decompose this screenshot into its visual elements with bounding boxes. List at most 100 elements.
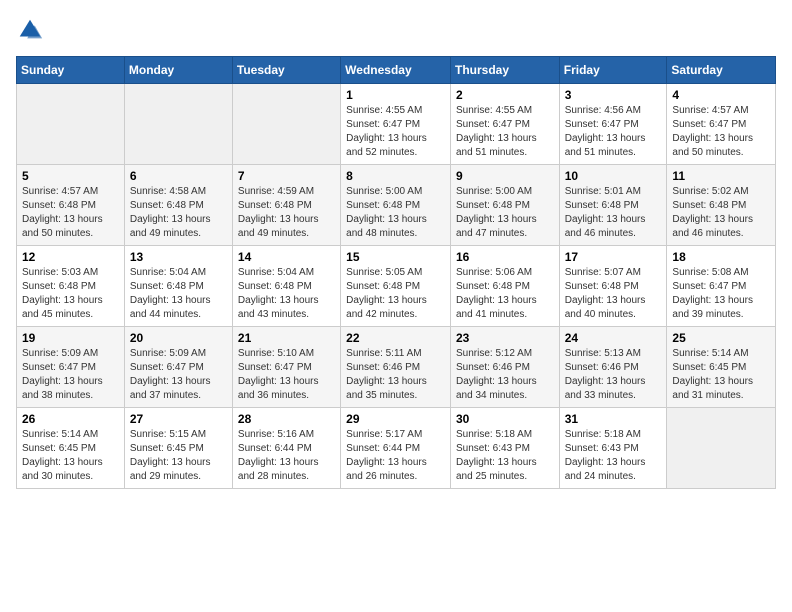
logo-icon: [16, 16, 44, 44]
calendar-cell: 7Sunrise: 4:59 AM Sunset: 6:48 PM Daylig…: [232, 165, 340, 246]
calendar-cell: 30 Sunrise: 5:18 AM Sunset: 6:43 PM Dayli…: [450, 408, 559, 489]
day-info: Sunrise: 5:18 AM Sunset: 6:43 PM Dayligh…: [456, 428, 554, 484]
calendar-cell: 6 Sunrise: 4:58 AM Sunset: 6:48 PM Daylig…: [124, 165, 232, 246]
day-number: 6: [130, 169, 227, 183]
day-number: 15: [346, 250, 445, 264]
day-number: 5: [22, 169, 119, 183]
day-info: Sunrise: 5:02 AM Sunset: 6:48 PM Dayligh…: [672, 185, 770, 241]
calendar-cell: 22 Sunrise: 5:11 AM Sunset: 6:46 PM Dayli…: [341, 327, 451, 408]
calendar-cell: 15 Sunrise: 5:05 AM Sunset: 6:48 PM Dayli…: [341, 246, 451, 327]
day-info: Sunrise: 5:14 AM Sunset: 6:45 PM Dayligh…: [22, 428, 119, 484]
day-number: 26: [22, 412, 119, 426]
calendar-cell: 18 Sunrise: 5:08 AM Sunset: 6:47 PM Dayli…: [667, 246, 776, 327]
weekday-header: Tuesday: [232, 57, 340, 84]
calendar-cell: 16Sunrise: 5:06 AM Sunset: 6:48 PM Dayli…: [450, 246, 559, 327]
day-number: 22: [346, 331, 445, 345]
calendar-cell: 28Sunrise: 5:16 AM Sunset: 6:44 PM Dayli…: [232, 408, 340, 489]
day-number: 1: [346, 88, 445, 102]
day-number: 3: [565, 88, 662, 102]
calendar-week-row: 1 Sunrise: 4:55 AM Sunset: 6:47 PM Daylig…: [17, 84, 776, 165]
calendar-body: 1 Sunrise: 4:55 AM Sunset: 6:47 PM Daylig…: [17, 84, 776, 489]
day-info: Sunrise: 5:11 AM Sunset: 6:46 PM Dayligh…: [346, 347, 445, 403]
weekday-header: Monday: [124, 57, 232, 84]
day-number: 18: [672, 250, 770, 264]
calendar-cell: 27Sunrise: 5:15 AM Sunset: 6:45 PM Dayli…: [124, 408, 232, 489]
day-info: Sunrise: 4:57 AM Sunset: 6:47 PM Dayligh…: [672, 104, 770, 160]
calendar-cell: 13 Sunrise: 5:04 AM Sunset: 6:48 PM Dayli…: [124, 246, 232, 327]
day-info: Sunrise: 5:00 AM Sunset: 6:48 PM Dayligh…: [456, 185, 554, 241]
day-number: 11: [672, 169, 770, 183]
day-info: Sunrise: 5:07 AM Sunset: 6:48 PM Dayligh…: [565, 266, 662, 322]
weekday-header: Wednesday: [341, 57, 451, 84]
calendar-header-row: SundayMondayTuesdayWednesdayThursdayFrid…: [17, 57, 776, 84]
calendar-cell: 26 Sunrise: 5:14 AM Sunset: 6:45 PM Dayli…: [17, 408, 125, 489]
day-number: 13: [130, 250, 227, 264]
day-number: 25: [672, 331, 770, 345]
day-info: Sunrise: 5:13 AM Sunset: 6:46 PM Dayligh…: [565, 347, 662, 403]
calendar-cell: 10 Sunrise: 5:01 AM Sunset: 6:48 PM Dayli…: [559, 165, 667, 246]
calendar-cell: 8 Sunrise: 5:00 AM Sunset: 6:48 PM Daylig…: [341, 165, 451, 246]
day-info: Sunrise: 5:04 AM Sunset: 6:48 PM Dayligh…: [238, 266, 335, 322]
calendar-cell: [124, 84, 232, 165]
weekday-header: Thursday: [450, 57, 559, 84]
day-info: Sunrise: 5:03 AM Sunset: 6:48 PM Dayligh…: [22, 266, 119, 322]
day-number: 21: [238, 331, 335, 345]
logo: [16, 16, 48, 44]
calendar-week-row: 5Sunrise: 4:57 AM Sunset: 6:48 PM Daylig…: [17, 165, 776, 246]
day-number: 8: [346, 169, 445, 183]
weekday-header: Friday: [559, 57, 667, 84]
calendar-cell: 17 Sunrise: 5:07 AM Sunset: 6:48 PM Dayli…: [559, 246, 667, 327]
calendar-cell: 2 Sunrise: 4:55 AM Sunset: 6:47 PM Daylig…: [450, 84, 559, 165]
day-info: Sunrise: 5:16 AM Sunset: 6:44 PM Dayligh…: [238, 428, 335, 484]
day-number: 4: [672, 88, 770, 102]
calendar-cell: [232, 84, 340, 165]
day-info: Sunrise: 5:00 AM Sunset: 6:48 PM Dayligh…: [346, 185, 445, 241]
day-number: 14: [238, 250, 335, 264]
day-info: Sunrise: 5:14 AM Sunset: 6:45 PM Dayligh…: [672, 347, 770, 403]
day-number: 29: [346, 412, 445, 426]
calendar-table: SundayMondayTuesdayWednesdayThursdayFrid…: [16, 56, 776, 489]
calendar-cell: 29 Sunrise: 5:17 AM Sunset: 6:44 PM Dayli…: [341, 408, 451, 489]
weekday-header: Sunday: [17, 57, 125, 84]
calendar-cell: 24 Sunrise: 5:13 AM Sunset: 6:46 PM Dayli…: [559, 327, 667, 408]
day-number: 17: [565, 250, 662, 264]
calendar-cell: 19Sunrise: 5:09 AM Sunset: 6:47 PM Dayli…: [17, 327, 125, 408]
day-number: 24: [565, 331, 662, 345]
day-number: 10: [565, 169, 662, 183]
day-info: Sunrise: 4:55 AM Sunset: 6:47 PM Dayligh…: [456, 104, 554, 160]
day-info: Sunrise: 4:55 AM Sunset: 6:47 PM Dayligh…: [346, 104, 445, 160]
calendar-cell: [17, 84, 125, 165]
calendar-cell: [667, 408, 776, 489]
day-number: 30: [456, 412, 554, 426]
day-info: Sunrise: 5:15 AM Sunset: 6:45 PM Dayligh…: [130, 428, 227, 484]
day-info: Sunrise: 5:08 AM Sunset: 6:47 PM Dayligh…: [672, 266, 770, 322]
day-number: 31: [565, 412, 662, 426]
day-number: 2: [456, 88, 554, 102]
calendar-cell: 11 Sunrise: 5:02 AM Sunset: 6:48 PM Dayli…: [667, 165, 776, 246]
day-number: 12: [22, 250, 119, 264]
day-number: 9: [456, 169, 554, 183]
calendar-cell: 9 Sunrise: 5:00 AM Sunset: 6:48 PM Daylig…: [450, 165, 559, 246]
day-info: Sunrise: 5:09 AM Sunset: 6:47 PM Dayligh…: [22, 347, 119, 403]
day-info: Sunrise: 5:05 AM Sunset: 6:48 PM Dayligh…: [346, 266, 445, 322]
day-info: Sunrise: 5:17 AM Sunset: 6:44 PM Dayligh…: [346, 428, 445, 484]
calendar-cell: 14 Sunrise: 5:04 AM Sunset: 6:48 PM Dayli…: [232, 246, 340, 327]
day-number: 16: [456, 250, 554, 264]
calendar-week-row: 19Sunrise: 5:09 AM Sunset: 6:47 PM Dayli…: [17, 327, 776, 408]
calendar-cell: 5Sunrise: 4:57 AM Sunset: 6:48 PM Daylig…: [17, 165, 125, 246]
day-info: Sunrise: 5:04 AM Sunset: 6:48 PM Dayligh…: [130, 266, 227, 322]
day-info: Sunrise: 5:09 AM Sunset: 6:47 PM Dayligh…: [130, 347, 227, 403]
calendar-cell: 20Sunrise: 5:09 AM Sunset: 6:47 PM Dayli…: [124, 327, 232, 408]
calendar-week-row: 26 Sunrise: 5:14 AM Sunset: 6:45 PM Dayli…: [17, 408, 776, 489]
weekday-header: Saturday: [667, 57, 776, 84]
calendar-cell: 3Sunrise: 4:56 AM Sunset: 6:47 PM Daylig…: [559, 84, 667, 165]
calendar-week-row: 12 Sunrise: 5:03 AM Sunset: 6:48 PM Dayli…: [17, 246, 776, 327]
calendar-cell: 31Sunrise: 5:18 AM Sunset: 6:43 PM Dayli…: [559, 408, 667, 489]
calendar-cell: 23Sunrise: 5:12 AM Sunset: 6:46 PM Dayli…: [450, 327, 559, 408]
day-info: Sunrise: 4:58 AM Sunset: 6:48 PM Dayligh…: [130, 185, 227, 241]
calendar-cell: 25 Sunrise: 5:14 AM Sunset: 6:45 PM Dayli…: [667, 327, 776, 408]
day-info: Sunrise: 5:01 AM Sunset: 6:48 PM Dayligh…: [565, 185, 662, 241]
day-number: 7: [238, 169, 335, 183]
calendar-cell: 1 Sunrise: 4:55 AM Sunset: 6:47 PM Daylig…: [341, 84, 451, 165]
calendar-cell: 21Sunrise: 5:10 AM Sunset: 6:47 PM Dayli…: [232, 327, 340, 408]
